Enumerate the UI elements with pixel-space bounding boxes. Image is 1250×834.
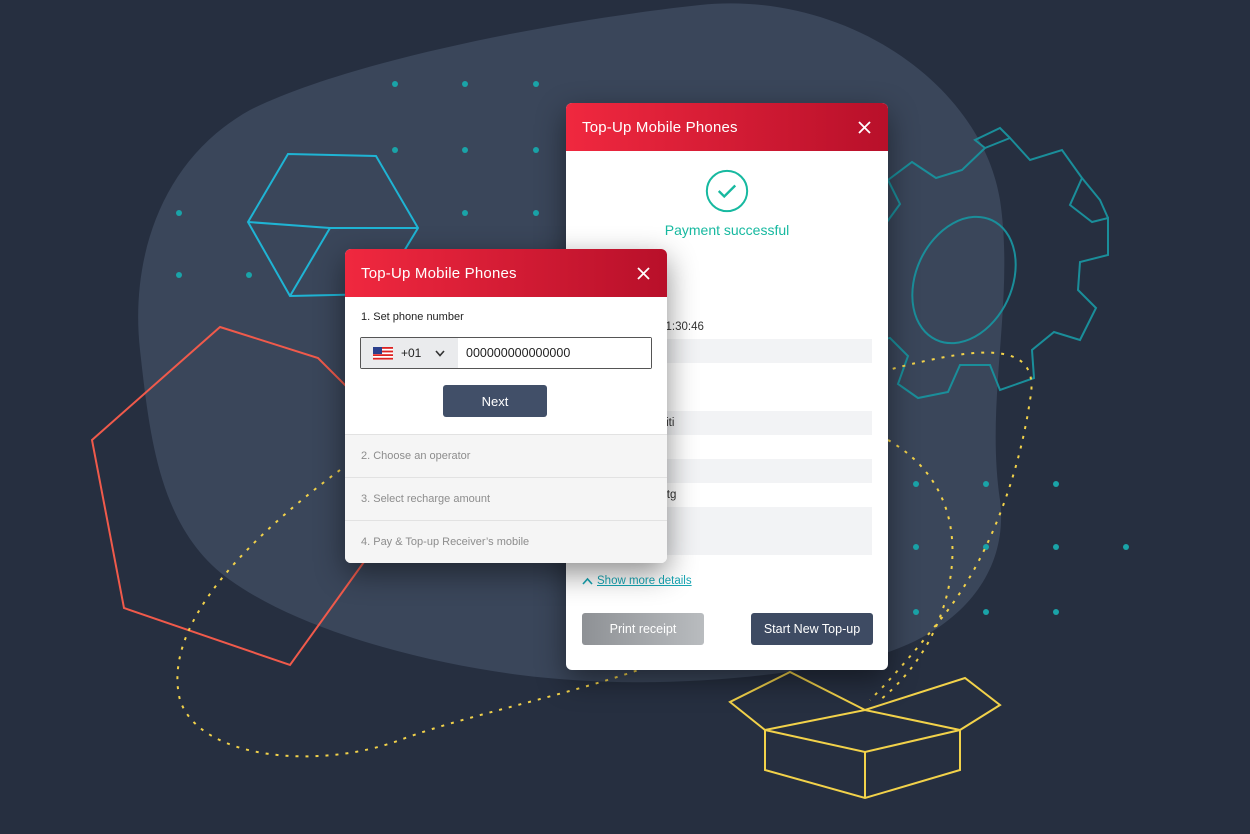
phone-dialog-header: Top-Up Mobile Phones: [345, 249, 667, 297]
next-button[interactable]: Next: [443, 385, 547, 417]
show-more-details-link[interactable]: Show more details: [582, 575, 692, 587]
close-icon[interactable]: [633, 263, 653, 283]
phone-number-field: +01: [360, 337, 652, 369]
country-code-select[interactable]: +01: [361, 338, 458, 368]
phone-number-input[interactable]: [458, 338, 651, 368]
open-box-icon: [728, 670, 1002, 800]
start-new-topup-button[interactable]: Start New Top-up: [751, 613, 873, 645]
step-select-amount[interactable]: 3. Select recharge amount: [345, 477, 667, 520]
receipt-dialog-header: Top-Up Mobile Phones: [566, 103, 888, 151]
show-more-details-label: Show more details: [597, 575, 692, 587]
phone-dialog: Top-Up Mobile Phones 1. Set phone number…: [345, 249, 667, 563]
us-flag-icon: [373, 346, 393, 360]
step-choose-operator[interactable]: 2. Choose an operator: [345, 434, 667, 477]
chevron-up-icon: [582, 577, 593, 585]
step-pay-topup[interactable]: 4. Pay & Top-up Receiver’s mobile: [345, 520, 667, 563]
phone-dialog-title: Top-Up Mobile Phones: [361, 264, 517, 282]
receipt-dialog-title: Top-Up Mobile Phones: [582, 118, 738, 136]
check-circle-icon: [705, 169, 749, 213]
dial-code: +01: [401, 346, 422, 360]
step-1-label: 1. Set phone number: [361, 311, 464, 323]
success-message: Payment successful: [664, 222, 790, 238]
chevron-down-icon: [435, 349, 445, 357]
success-section: Payment successful: [566, 151, 888, 238]
close-icon[interactable]: [854, 117, 874, 137]
print-receipt-button[interactable]: Print receipt: [582, 613, 704, 645]
